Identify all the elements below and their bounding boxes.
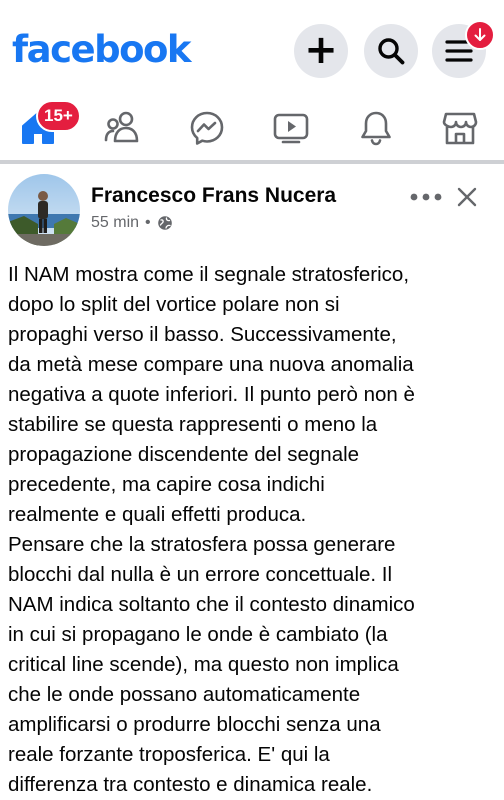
author-avatar[interactable] bbox=[8, 174, 80, 246]
marketplace-icon bbox=[442, 112, 478, 145]
post-timestamp[interactable]: 55 min bbox=[91, 214, 139, 232]
create-button[interactable]: + bbox=[294, 24, 348, 78]
menu-notification-dot bbox=[465, 20, 495, 50]
post-author-name[interactable]: Francesco Frans Nucera bbox=[91, 184, 336, 208]
friends-icon bbox=[104, 111, 139, 143]
post-text-line: negativa a quote inferiori. Il punto per… bbox=[8, 383, 415, 406]
top-bar: facebook + bbox=[0, 0, 504, 98]
search-icon bbox=[378, 38, 405, 65]
post-text-line: differenza tra contesto e dinamica reale… bbox=[8, 773, 373, 796]
post-close-button[interactable] bbox=[452, 182, 482, 212]
more-dots-icon bbox=[410, 193, 442, 201]
post-text-line: dopo lo split del vortice polare non si bbox=[8, 293, 340, 316]
arrow-down-icon bbox=[474, 28, 486, 41]
post-text-line: Il NAM mostra come il segnale stratosfer… bbox=[8, 263, 410, 286]
post-text-line: NAM indica soltanto che il contesto dina… bbox=[8, 593, 415, 616]
avatar-photo bbox=[8, 174, 80, 246]
post-meta: 55 min • bbox=[91, 214, 173, 232]
plus-icon: + bbox=[304, 26, 338, 73]
messenger-icon bbox=[190, 111, 224, 145]
post-body-text: Il NAM mostra come il segnale stratosfer… bbox=[8, 260, 500, 800]
section-divider bbox=[0, 160, 504, 164]
post-text-line: propaghi verso il basso. Successivamente… bbox=[8, 323, 397, 346]
post-text-line: realmente e quali effetti produca. bbox=[8, 503, 307, 526]
tab-notifications[interactable] bbox=[346, 98, 406, 158]
video-icon bbox=[273, 113, 309, 144]
facebook-logo[interactable]: facebook bbox=[12, 28, 192, 71]
post-text-line: che le onde possano automaticamente bbox=[8, 683, 361, 706]
globe-icon bbox=[157, 216, 172, 230]
tab-friends[interactable] bbox=[92, 98, 152, 158]
post-text-line: propagazione discendente del segnale bbox=[8, 443, 360, 466]
post-text-line: critical line scende), ma questo non imp… bbox=[8, 653, 399, 676]
tab-messenger[interactable] bbox=[177, 98, 237, 158]
post-text-line: in cui si propagano le onde è cambiato (… bbox=[8, 623, 388, 646]
tab-video[interactable] bbox=[261, 98, 321, 158]
post-text-line: reale forzante troposferica. E' qui la bbox=[8, 743, 330, 766]
post-text-line: da metà mese compare una nuova anomalia bbox=[8, 353, 414, 376]
post-text-line: Pensare che la stratosfera possa generar… bbox=[8, 533, 396, 556]
bell-icon bbox=[361, 111, 391, 146]
post-more-options-button[interactable] bbox=[406, 182, 446, 212]
post-text-line: blocchi dal nulla è un errore concettual… bbox=[8, 563, 393, 586]
post-text-line: precedente, ma capire cosa indichi bbox=[8, 473, 325, 496]
home-notification-badge: 15+ bbox=[36, 100, 81, 132]
meta-separator: • bbox=[145, 214, 151, 231]
post-text-line: amplificarsi o produrre blocchi senza un… bbox=[8, 713, 381, 736]
post-text-line: stabilire se questa rappresenti o meno l… bbox=[8, 413, 378, 436]
tab-marketplace[interactable] bbox=[430, 98, 490, 158]
search-button[interactable] bbox=[364, 24, 418, 78]
close-icon bbox=[457, 187, 477, 207]
